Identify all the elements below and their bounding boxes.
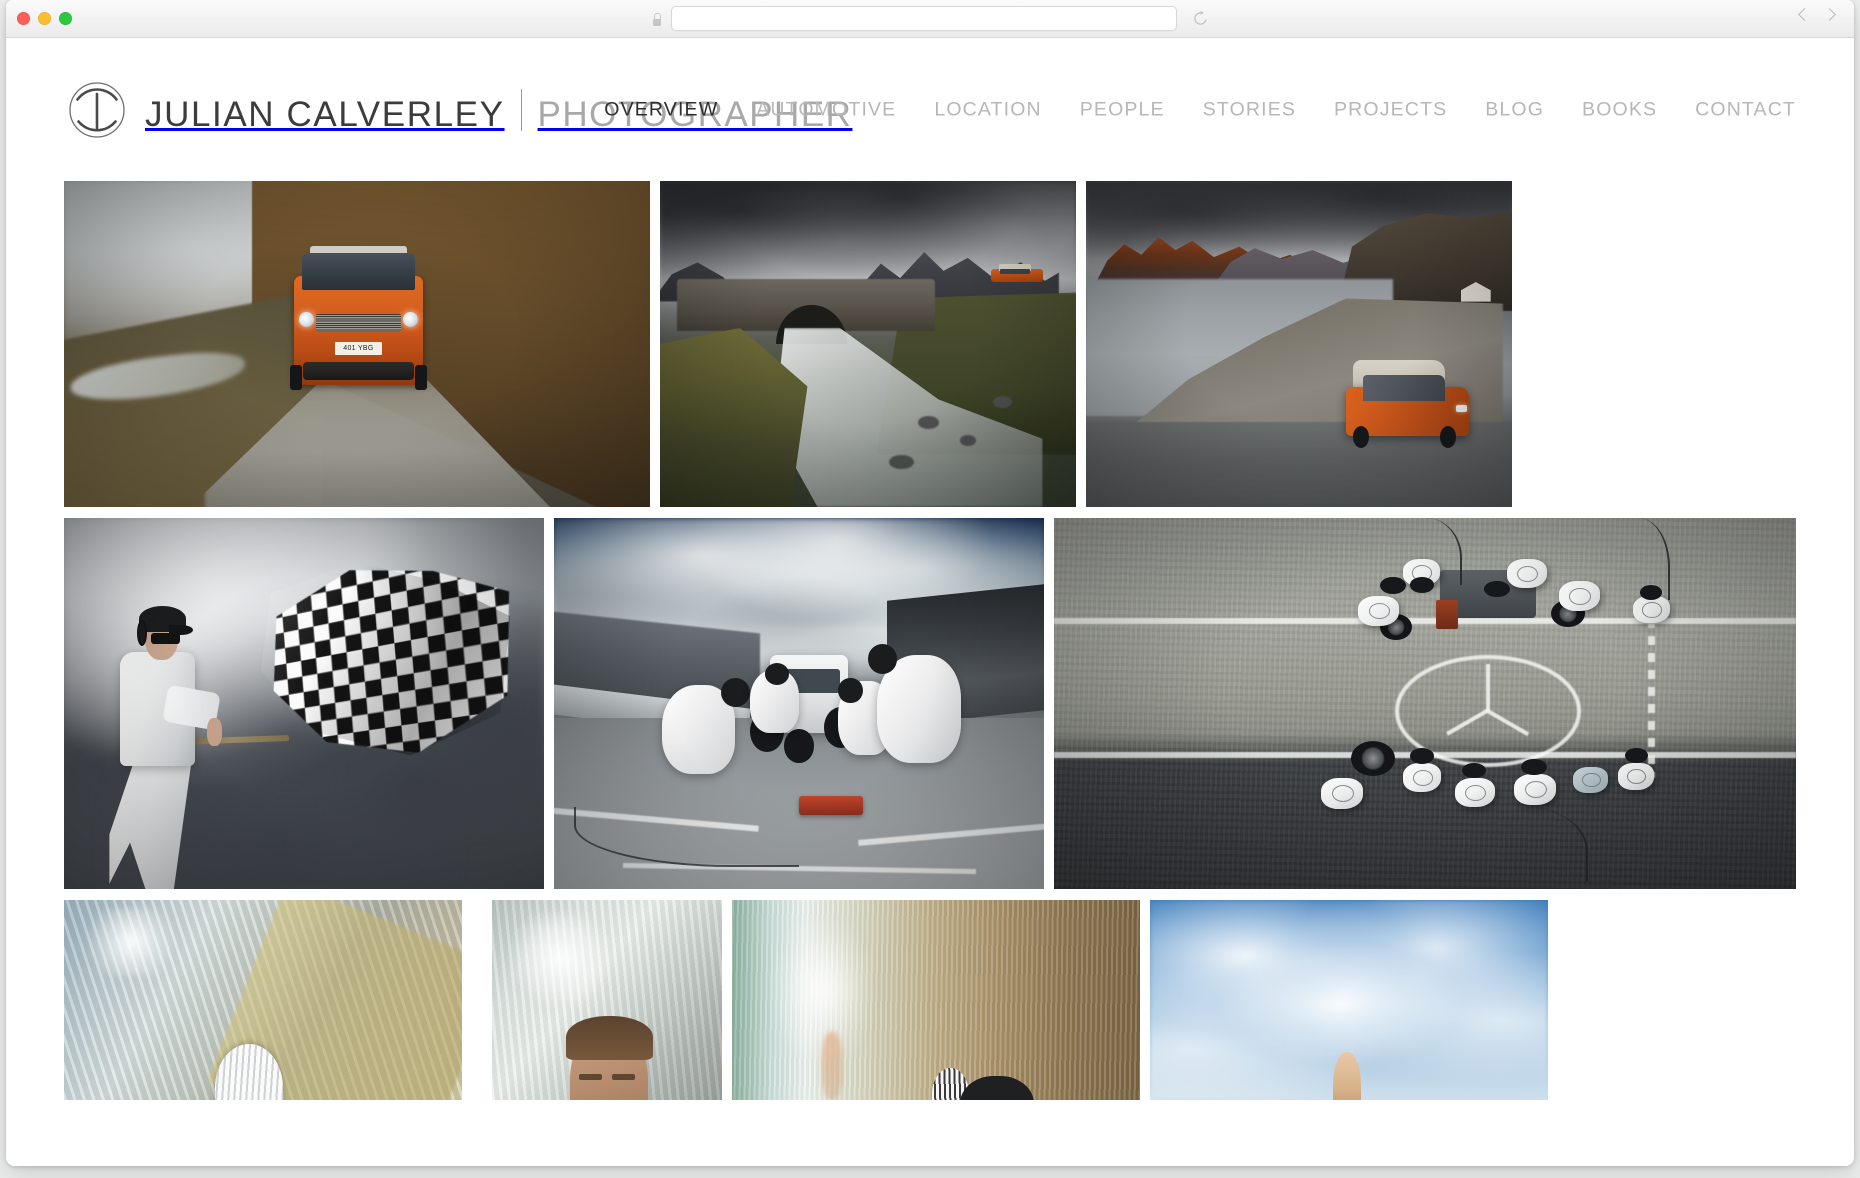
tile-athlete-portrait[interactable] xyxy=(492,900,722,1100)
vehicle-discovery xyxy=(990,264,1043,285)
window-controls xyxy=(17,12,72,25)
nav-item-location[interactable]: LOCATION xyxy=(934,98,1041,121)
close-window-button[interactable] xyxy=(17,12,30,25)
gallery-gutter xyxy=(472,900,482,1100)
address-bar-group xyxy=(651,6,1209,31)
nav-item-overview[interactable]: OVERVIEW xyxy=(604,98,718,121)
viewport-bottom-fade xyxy=(6,1154,1854,1166)
back-icon[interactable] xyxy=(1798,8,1811,21)
gallery-row: 401 YBG xyxy=(64,181,1796,507)
url-input[interactable] xyxy=(671,6,1177,31)
tile-chequered-flag[interactable] xyxy=(64,518,544,889)
browser-window: JULIAN CALVERLEY PHOTOGRAPHER OVERVIEW A… xyxy=(6,0,1854,1166)
nav-item-automotive[interactable]: AUTOMOTIVE xyxy=(756,98,896,121)
image-gallery: 401 YBG xyxy=(6,181,1854,1100)
tile-aerial-pit-crew[interactable] xyxy=(1054,518,1796,889)
maximize-window-button[interactable] xyxy=(59,12,72,25)
circle-monogram-icon xyxy=(68,81,126,139)
site-header: JULIAN CALVERLEY PHOTOGRAPHER OVERVIEW A… xyxy=(6,38,1854,181)
tile-pit-stop-van[interactable] xyxy=(554,518,1044,889)
gallery-row xyxy=(64,518,1796,889)
brand-divider xyxy=(520,89,522,131)
race-marshal xyxy=(107,603,222,889)
tile-sky-figure[interactable] xyxy=(1150,900,1548,1100)
nav-item-stories[interactable]: STORIES xyxy=(1203,98,1296,121)
forward-icon[interactable] xyxy=(1823,8,1836,21)
tile-elgol-shore[interactable] xyxy=(1086,181,1512,507)
tile-cyclist-velodrome[interactable] xyxy=(64,900,462,1100)
tile-discovery-track[interactable]: 401 YBG xyxy=(64,181,650,507)
brand-name: JULIAN CALVERLEY xyxy=(145,95,505,134)
minimize-window-button[interactable] xyxy=(38,12,51,25)
browser-titlebar xyxy=(6,0,1854,38)
nav-item-blog[interactable]: BLOG xyxy=(1485,98,1544,121)
license-plate: 401 YBG xyxy=(335,341,382,355)
vehicle-discovery xyxy=(1345,354,1470,452)
reload-icon[interactable] xyxy=(1192,10,1209,27)
vehicle-discovery: 401 YBG xyxy=(289,245,428,396)
main-navigation: OVERVIEW AUTOMOTIVE LOCATION PEOPLE STOR… xyxy=(604,98,1796,121)
browser-nav-arrows xyxy=(1798,8,1836,21)
lock-icon xyxy=(651,12,662,26)
web-page: JULIAN CALVERLEY PHOTOGRAPHER OVERVIEW A… xyxy=(6,38,1854,1166)
nav-item-projects[interactable]: PROJECTS xyxy=(1334,98,1447,121)
nav-item-books[interactable]: BOOKS xyxy=(1582,98,1657,121)
nav-item-contact[interactable]: CONTACT xyxy=(1695,98,1796,121)
gallery-row xyxy=(64,900,1796,1100)
tile-motion-blur[interactable] xyxy=(732,900,1140,1100)
nav-item-people[interactable]: PEOPLE xyxy=(1080,98,1165,121)
tile-sligachan-bridge[interactable] xyxy=(660,181,1076,507)
